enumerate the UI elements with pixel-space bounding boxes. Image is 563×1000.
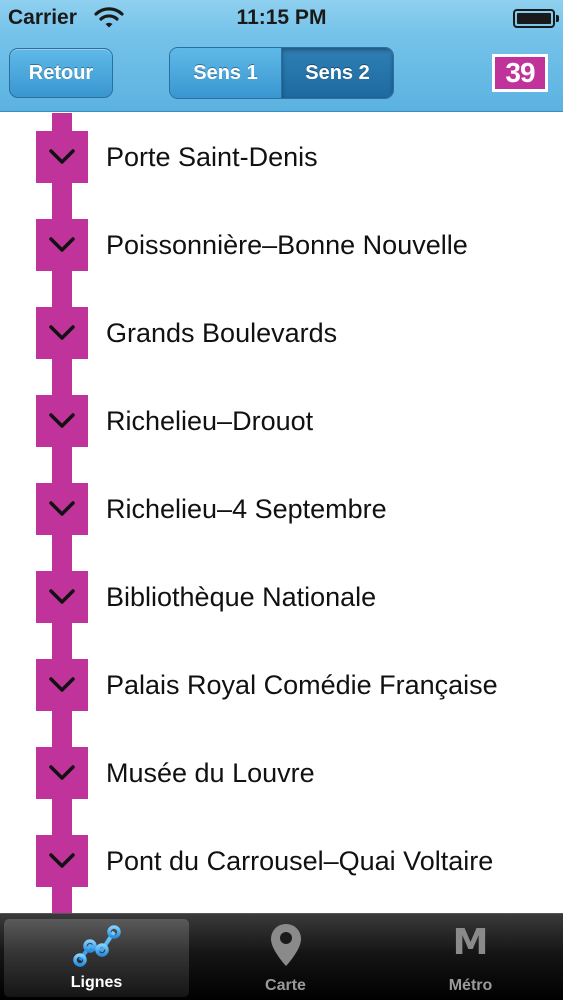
station-row[interactable]: Richelieu–Drouot [0, 377, 563, 465]
battery-icon [513, 9, 559, 28]
back-button[interactable]: Retour [9, 48, 113, 98]
station-name: Musée du Louvre [106, 758, 315, 788]
tab-label: Carte [265, 977, 306, 994]
station-name: Pont du Carrousel–Quai Voltaire [106, 846, 494, 876]
tab-lignes[interactable]: Lignes [4, 919, 189, 997]
chevron-down-icon [49, 501, 75, 516]
status-bar: Carrier 11:15 PM [0, 0, 563, 36]
lines-icon [72, 925, 121, 967]
station-marker [36, 219, 88, 271]
station-marker [36, 307, 88, 359]
station-marker [36, 747, 88, 799]
chevron-down-icon [49, 765, 75, 780]
line-number: 39 [495, 57, 545, 89]
segment-sens-2[interactable]: Sens 2 [281, 48, 393, 98]
station-row[interactable]: Bibliothèque Nationale [0, 553, 563, 641]
chevron-down-icon [49, 325, 75, 340]
screen: Carrier 11:15 PM Retour Sens 1 Sens 2 39… [0, 0, 563, 1000]
station-name: Palais Royal Comédie Française [106, 670, 498, 700]
station-row[interactable]: Porte Saint-Denis [0, 113, 563, 201]
status-time: 11:15 PM [236, 6, 327, 29]
chevron-down-icon [49, 149, 75, 164]
tab-label: Lignes [70, 974, 123, 991]
station-row[interactable]: Palais Royal Comédie Française [0, 641, 563, 729]
station-name: Richelieu–Drouot [106, 406, 314, 436]
station-row[interactable]: Poissonnière–Bonne Nouvelle [0, 201, 563, 289]
station-row[interactable]: Grands Boulevards [0, 289, 563, 377]
chevron-down-icon [49, 677, 75, 692]
station-name: Porte Saint-Denis [106, 142, 318, 172]
navigation-bar: Retour Sens 1 Sens 2 39 [0, 36, 563, 112]
map-pin-icon [270, 924, 301, 966]
station-marker [36, 131, 88, 183]
chevron-down-icon [49, 237, 75, 252]
chevron-down-icon [49, 413, 75, 428]
station-marker [36, 835, 88, 887]
station-marker [36, 483, 88, 535]
station-list[interactable]: Porte Saint-Denis Poissonnière–Bonne Nouv… [0, 113, 563, 913]
station-name: Richelieu–4 Septembre [106, 494, 387, 524]
station-marker [36, 659, 88, 711]
station-name: Poissonnière–Bonne Nouvelle [106, 230, 468, 260]
station-marker [36, 571, 88, 623]
station-name: Grands Boulevards [106, 318, 338, 348]
tab-label: Métro [448, 977, 493, 994]
tab-carte[interactable]: Carte [193, 914, 378, 1000]
chevron-down-icon [49, 853, 75, 868]
station-name: Bibliothèque Nationale [106, 582, 377, 612]
station-row[interactable]: Richelieu–4 Septembre [0, 465, 563, 553]
chevron-down-icon [49, 589, 75, 604]
station-row[interactable]: Pont du Carrousel–Quai Voltaire [0, 817, 563, 905]
line-number-badge: 39 [492, 54, 548, 92]
direction-segmented-control: Sens 1 Sens 2 [169, 47, 394, 99]
station-row[interactable]: Musée du Louvre [0, 729, 563, 817]
tab-bar: Lignes Carte M Métro [0, 913, 563, 1000]
station-marker [36, 395, 88, 447]
segment-sens-1[interactable]: Sens 1 [170, 48, 281, 98]
tab-metro[interactable]: M Métro [378, 914, 563, 1000]
metro-icon: M [452, 922, 489, 963]
